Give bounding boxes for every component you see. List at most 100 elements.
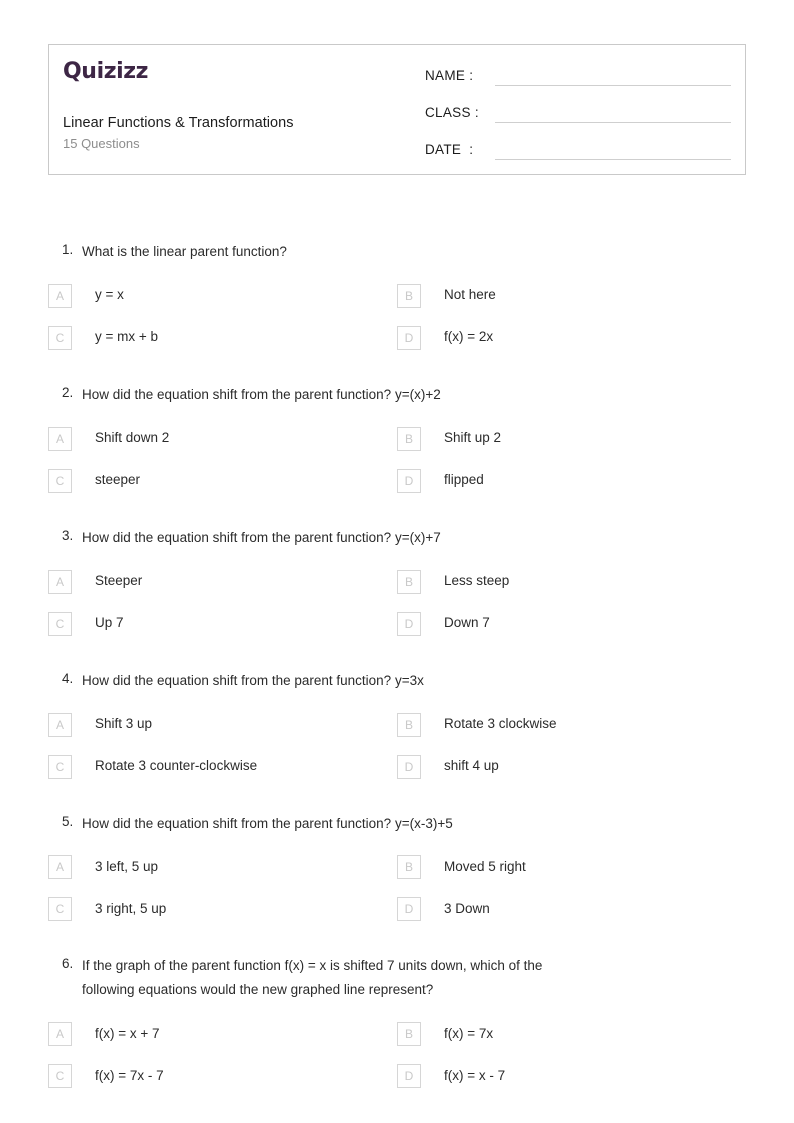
answer-option-a[interactable]: A Shift 3 up	[48, 704, 397, 746]
question-spacer	[48, 645, 746, 661]
answer-option-d[interactable]: Df(x) = x - 7	[397, 1055, 746, 1097]
option-letter-box[interactable]: B	[397, 1022, 421, 1047]
answer-options: A 3 left, 5 up B Moved 5 right C 3 right, 5 u…	[48, 846, 746, 930]
option-label: Not here	[444, 287, 496, 303]
question-block: 5. How did the equation shift from the pa…	[48, 804, 746, 947]
option-letter-box[interactable]: C	[48, 1064, 72, 1089]
option-letter-box[interactable]: D	[397, 611, 421, 636]
option-letter-box[interactable]: A	[48, 855, 72, 880]
option-label: Shift 3 up	[95, 716, 153, 732]
question-spacer	[48, 502, 746, 518]
answer-option-a[interactable]: A 3 left, 5 up	[48, 846, 397, 888]
answer-option-b[interactable]: Bf(x) = 7x	[397, 1013, 746, 1055]
question-block: 6. If the graph of the parent function f(…	[48, 946, 746, 1113]
questions-list: 1. What is the linear parent function? Ay …	[48, 232, 746, 1113]
worksheet-page: Quizizz Linear Functions & Transformatio…	[0, 0, 794, 1123]
option-label: Shift up 2	[444, 430, 502, 446]
answer-option-b[interactable]: B Rotate 3 clockwise	[397, 704, 746, 746]
student-info-fields: NAME : CLASS : DATE :	[411, 45, 745, 174]
answer-option-a[interactable]: A Shift down 2	[48, 418, 397, 460]
name-field-label: NAME :	[425, 68, 474, 83]
class-input[interactable]	[495, 100, 731, 123]
option-label: 3 left, 5 up	[95, 859, 159, 874]
option-label: Rotate 3 clockwise	[444, 716, 557, 732]
option-letter-box[interactable]: B	[397, 712, 421, 737]
option-label: 3 Down	[444, 901, 490, 916]
question-text: How did the equation shift from the pare…	[82, 386, 441, 402]
option-letter-box[interactable]: B	[397, 569, 421, 594]
option-letter-box[interactable]: A	[48, 283, 72, 308]
answer-option-d[interactable]: D 3 Down	[397, 888, 746, 930]
answer-option-c[interactable]: Csteeper	[48, 460, 397, 502]
option-label: f(x) = 2x	[444, 329, 494, 345]
option-letter-box[interactable]: B	[397, 426, 421, 451]
answer-option-b[interactable]: B Moved 5 right	[397, 846, 746, 888]
question-header: 3. How did the equation shift from the pa…	[48, 518, 746, 550]
answer-option-b[interactable]: B Shift up 2	[397, 418, 746, 460]
option-letter-box[interactable]: B	[397, 855, 421, 880]
answer-option-b[interactable]: B Less steep	[397, 561, 746, 603]
answer-option-c[interactable]: C Up 7	[48, 603, 397, 645]
class-field-row: CLASS :	[425, 96, 731, 123]
question-block: 1. What is the linear parent function? Ay …	[48, 232, 746, 375]
option-letter-box[interactable]: D	[397, 897, 421, 922]
answer-option-b[interactable]: B Not here	[397, 275, 746, 317]
option-label: Up 7	[95, 615, 124, 631]
answer-option-c[interactable]: Cf(x) = 7x - 7	[48, 1055, 397, 1097]
answer-option-d[interactable]: Df(x) = 2x	[397, 317, 746, 359]
answer-options: A Shift down 2 B Shift up 2 Csteeper Dflipped	[48, 418, 746, 502]
option-label: f(x) = x - 7	[444, 1067, 506, 1083]
option-letter-box[interactable]: D	[397, 754, 421, 779]
option-letter-box[interactable]: D	[397, 468, 421, 493]
option-letter-box[interactable]: C	[48, 325, 72, 350]
answer-option-a[interactable]: A Steeper	[48, 561, 397, 603]
option-label: steeper	[95, 472, 141, 488]
question-header: 6. If the graph of the parent function f(…	[48, 946, 746, 1002]
question-number: 5.	[62, 813, 74, 829]
option-letter-box[interactable]: B	[397, 283, 421, 308]
question-spacer	[48, 359, 746, 375]
answer-options: A Shift 3 up B Rotate 3 clockwise C Rotate 3 …	[48, 704, 746, 788]
option-letter-box[interactable]: D	[397, 1064, 421, 1089]
worksheet-header: Quizizz Linear Functions & Transformatio…	[48, 44, 746, 175]
option-letter-box[interactable]: A	[48, 426, 72, 451]
option-label: f(x) = 7x	[444, 1025, 494, 1041]
date-field-label: DATE :	[425, 142, 474, 157]
question-number: 3.	[62, 527, 74, 543]
question-spacer	[48, 1097, 746, 1113]
answer-options: Ay = x B Not here Cy = mx + b Df(x) = 2x	[48, 275, 746, 359]
option-letter-box[interactable]: D	[397, 325, 421, 350]
answer-option-c[interactable]: Cy = mx + b	[48, 317, 397, 359]
question-count-label: 15 Questions	[63, 136, 140, 152]
question-header: 2. How did the equation shift from the pa…	[48, 375, 746, 407]
answer-option-a[interactable]: Ay = x	[48, 275, 397, 317]
answer-options: A Steeper B Less steep C Up 7 D Down 7	[48, 561, 746, 645]
option-letter-box[interactable]: C	[48, 897, 72, 922]
name-input[interactable]	[495, 63, 731, 86]
option-letter-box[interactable]: A	[48, 712, 72, 737]
option-letter-box[interactable]: C	[48, 611, 72, 636]
option-label: Less steep	[444, 573, 510, 589]
option-letter-box[interactable]: C	[48, 754, 72, 779]
answer-option-c[interactable]: C Rotate 3 counter-clockwise	[48, 746, 397, 788]
question-text: How did the equation shift from the pare…	[82, 815, 453, 831]
question-number: 1.	[62, 242, 74, 257]
question-text: If the graph of the parent function f(x)…	[82, 958, 543, 998]
answer-option-d[interactable]: Dshift 4 up	[397, 746, 746, 788]
question-spacer	[48, 930, 746, 946]
question-number: 2.	[62, 384, 74, 400]
option-letter-box[interactable]: C	[48, 468, 72, 493]
answer-options: Af(x) = x + 7 Bf(x) = 7x Cf(x) = 7x - 7 Df(…	[48, 1013, 746, 1097]
option-label: shift 4 up	[444, 758, 499, 774]
answer-option-c[interactable]: C 3 right, 5 up	[48, 888, 397, 930]
date-input[interactable]	[495, 137, 731, 160]
option-label: y = mx + b	[95, 329, 159, 345]
option-label: f(x) = x + 7	[95, 1025, 160, 1041]
answer-option-a[interactable]: Af(x) = x + 7	[48, 1013, 397, 1055]
option-letter-box[interactable]: A	[48, 569, 72, 594]
option-letter-box[interactable]: A	[48, 1022, 72, 1047]
answer-option-d[interactable]: D Down 7	[397, 603, 746, 645]
answer-option-d[interactable]: Dflipped	[397, 460, 746, 502]
option-label: Rotate 3 counter-clockwise	[95, 758, 258, 774]
option-label: Steeper	[95, 573, 143, 589]
